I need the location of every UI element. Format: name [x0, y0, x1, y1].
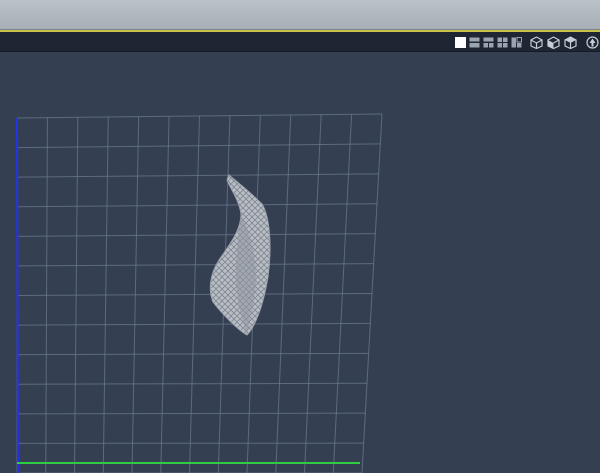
grid-line-horizontal	[16, 382, 368, 385]
perspective-cube-icon[interactable]	[530, 35, 543, 49]
y-axis-line	[16, 117, 19, 473]
single-view-icon[interactable]	[455, 36, 466, 48]
four-view-icon[interactable]	[497, 37, 508, 48]
viewport-canvas[interactable]	[0, 52, 600, 473]
grid-line-horizontal	[16, 412, 366, 415]
front-cube-icon[interactable]	[547, 35, 560, 49]
three-view-icon[interactable]	[511, 36, 522, 48]
ground-grid	[16, 113, 383, 473]
viewport-toolbar	[0, 30, 600, 52]
layout-button-group	[455, 35, 522, 49]
two-view-horizontal-icon[interactable]	[469, 37, 480, 48]
3d-model[interactable]	[209, 174, 271, 336]
title-bar	[0, 0, 600, 30]
grid-line-horizontal	[16, 352, 369, 356]
3d-viewport[interactable]	[0, 52, 600, 473]
top-cube-icon[interactable]	[564, 35, 577, 49]
two-view-vertical-icon[interactable]	[483, 37, 494, 48]
extra-button-group	[586, 35, 599, 49]
up-arrow-circle-icon[interactable]	[586, 35, 599, 49]
view-cube-group	[530, 35, 577, 49]
